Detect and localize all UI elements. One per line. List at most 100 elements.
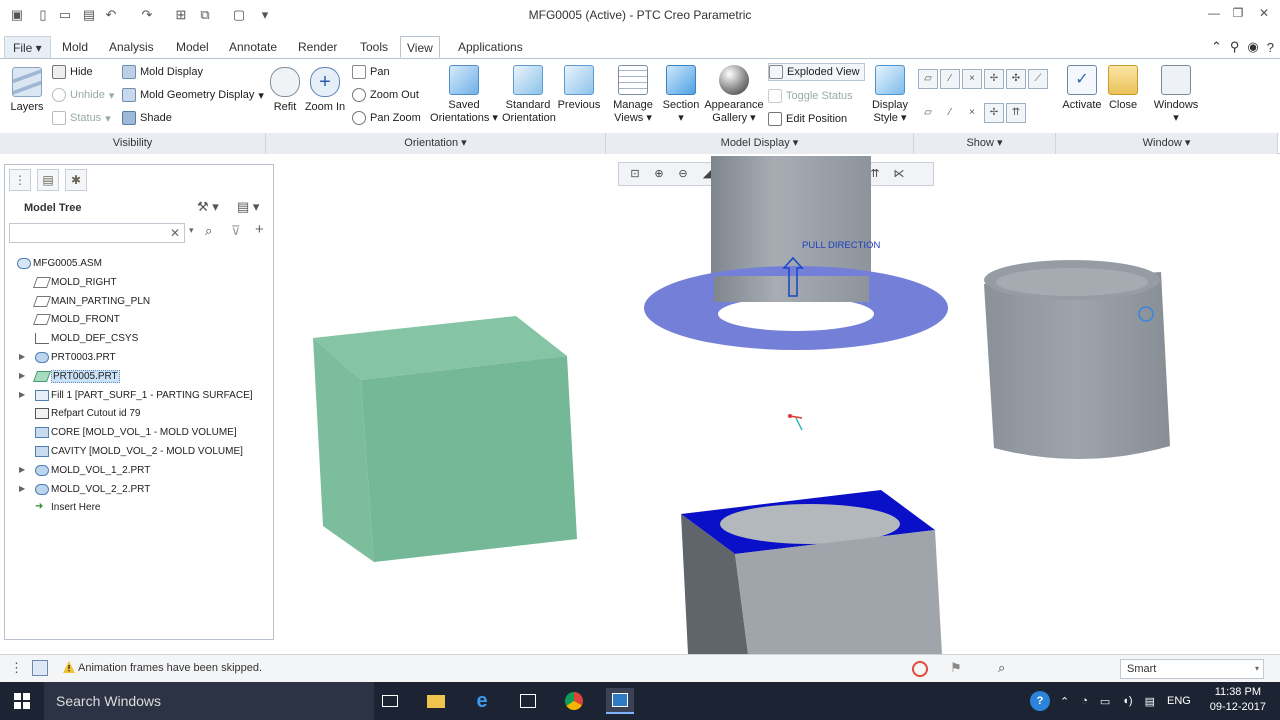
add-column-icon[interactable]: + xyxy=(255,221,264,238)
tree-show-icon[interactable]: ▤ ▾ xyxy=(237,199,259,215)
close-button[interactable]: Close xyxy=(1106,65,1140,112)
store-icon[interactable] xyxy=(514,688,542,714)
tab-file[interactable]: File ▾ xyxy=(4,36,51,58)
tree-row[interactable]: MOLD_FRONT xyxy=(5,311,273,330)
tree-row[interactable]: ➜ Insert Here xyxy=(5,499,273,518)
tree-row[interactable]: ▶ MOLD_VOL_2_2.PRT xyxy=(5,481,273,500)
file-explorer-icon[interactable] xyxy=(422,688,450,714)
edge-browser-icon[interactable]: e xyxy=(468,688,496,714)
zoom-out-button[interactable]: Zoom Out xyxy=(352,86,419,104)
community-icon[interactable]: ◉ xyxy=(1247,39,1258,55)
plane-display-icon[interactable]: ▱ xyxy=(918,69,938,89)
action-center-icon[interactable]: ▤ xyxy=(1145,695,1155,708)
clear-search-icon[interactable]: ✕ xyxy=(170,226,180,240)
toggle-status-button[interactable]: Toggle Status xyxy=(768,87,853,105)
close-icon[interactable]: ✕ xyxy=(1252,6,1276,24)
hide-button[interactable]: Hide xyxy=(52,63,93,81)
task-view-icon[interactable] xyxy=(376,688,404,714)
activate-button[interactable]: ✓ Activate xyxy=(1060,65,1104,112)
search-dropdown-icon[interactable]: ▾ xyxy=(189,225,194,236)
regeneration-status-icon[interactable] xyxy=(912,661,928,677)
group-window[interactable]: Window ▾ xyxy=(1056,133,1278,154)
tree-row[interactable]: ▶ Fill 1 [PART_SURF_1 - PARTING SURFACE] xyxy=(5,387,273,406)
tab-applications[interactable]: Applications xyxy=(452,36,529,58)
tree-row[interactable]: CORE [MOLD_VOL_1 - MOLD VOLUME] xyxy=(5,424,273,443)
tree-row[interactable]: MOLD_RIGHT xyxy=(5,274,273,293)
edit-position-button[interactable]: Edit Position xyxy=(768,110,847,128)
tree-row[interactable]: MOLD_DEF_CSYS xyxy=(5,330,273,349)
saved-orientations-button[interactable]: Saved Orientations ▾ xyxy=(430,65,498,125)
folder-browser-icon[interactable]: ▤ xyxy=(37,169,59,191)
tree-row[interactable]: MAIN_PARTING_PLN xyxy=(5,293,273,312)
group-orientation[interactable]: Orientation ▾ xyxy=(266,133,606,154)
expand-arrow-icon[interactable]: ▶ xyxy=(19,352,25,361)
display-style-button[interactable]: Display Style ▾ xyxy=(868,65,912,125)
show-hidden-icons-icon[interactable]: ⌃ xyxy=(1060,695,1069,708)
tree-row[interactable]: ▶ PRT0003.PRT xyxy=(5,349,273,368)
mold-geometry-display-button[interactable]: Mold Geometry Display ▾ xyxy=(122,86,264,104)
workpiece-block[interactable] xyxy=(313,316,577,562)
windows-button[interactable]: Windows ▾ xyxy=(1150,65,1202,125)
tree-settings-icon[interactable]: ⚒ ▾ xyxy=(197,199,219,215)
model-tree-search-input[interactable]: ✕ xyxy=(9,223,185,243)
tab-render[interactable]: Render xyxy=(292,36,343,58)
tab-annotate[interactable]: Annotate xyxy=(223,36,283,58)
favorites-icon[interactable]: ✱ xyxy=(65,169,87,191)
battery-icon[interactable]: ▭ xyxy=(1100,695,1110,708)
minimize-icon[interactable]: — xyxy=(1202,6,1226,24)
zoom-in-button[interactable]: + Zoom In xyxy=(304,67,346,114)
csys-tag-icon[interactable]: ✢ xyxy=(984,103,1004,123)
flag-icon[interactable]: ⚑ xyxy=(950,660,962,676)
language-indicator[interactable]: ENG xyxy=(1167,695,1191,707)
mold-display-button[interactable]: Mold Display xyxy=(122,63,203,81)
pan-button[interactable]: Pan xyxy=(352,63,390,81)
appearance-gallery-button[interactable]: Appearance Gallery ▾ xyxy=(704,65,764,125)
help-tray-icon[interactable]: ? xyxy=(1030,691,1050,711)
shade-button[interactable]: Shade xyxy=(122,109,172,127)
mold-block[interactable] xyxy=(681,490,942,654)
volume-icon[interactable]: ◖) xyxy=(1122,695,1132,707)
spin-center-icon[interactable]: ✣ xyxy=(1006,69,1026,89)
manage-views-button[interactable]: Manage Views ▾ xyxy=(608,65,658,125)
browser-toggle-icon[interactable] xyxy=(32,660,48,676)
standard-orientation-button[interactable]: Standard Orientation xyxy=(502,65,556,125)
tab-analysis[interactable]: Analysis xyxy=(103,36,160,58)
expand-arrow-icon[interactable]: ▶ xyxy=(19,465,25,474)
point-tag-icon[interactable]: × xyxy=(962,103,982,123)
tree-row[interactable]: ▶ MOLD_VOL_1_2.PRT xyxy=(5,462,273,481)
expand-arrow-icon[interactable]: ▶ xyxy=(19,371,25,380)
section-button[interactable]: Section ▾ xyxy=(660,65,702,125)
pan-zoom-button[interactable]: Pan Zoom xyxy=(352,109,421,127)
layers-button[interactable]: Layers xyxy=(8,67,46,114)
point-display-icon[interactable]: × xyxy=(962,69,982,89)
model-tree-tab-icon[interactable]: ⋮ xyxy=(9,169,31,191)
group-show[interactable]: Show ▾ xyxy=(914,133,1056,154)
tab-mold[interactable]: Mold xyxy=(56,36,94,58)
filter-icon[interactable]: ⊽ xyxy=(231,223,241,239)
start-button[interactable] xyxy=(0,682,44,720)
plane-tag-icon[interactable]: ▱ xyxy=(918,103,938,123)
expand-arrow-icon[interactable]: ▶ xyxy=(19,390,25,399)
previous-button[interactable]: Previous xyxy=(556,65,602,112)
taskbar-search[interactable]: Search Windows xyxy=(44,682,374,720)
collapse-ribbon-icon[interactable]: ⌃ xyxy=(1211,39,1222,55)
restore-icon[interactable]: ❐ xyxy=(1226,6,1250,24)
group-model-display[interactable]: Model Display ▾ xyxy=(606,133,914,154)
axis-display-icon[interactable]: ⁄ xyxy=(940,69,960,89)
tab-model[interactable]: Model xyxy=(170,36,215,58)
search-icon[interactable]: ⚲ xyxy=(1230,39,1240,55)
find-icon[interactable]: ⌕ xyxy=(998,660,1005,676)
tree-row[interactable]: ▶ PRT0005.PRT xyxy=(5,368,273,387)
chrome-icon[interactable] xyxy=(560,688,588,714)
graphics-area[interactable]: ⊡ ⊕ ⊖ ◢ ◧ ▣ ▩ ⋰ ▤ ◫ ⇈ ⋉ xyxy=(278,156,1280,654)
toggle-navigator-icon[interactable]: ⋮ xyxy=(10,660,23,676)
status-button[interactable]: Status ▾ xyxy=(52,109,111,127)
expand-arrow-icon[interactable]: ▶ xyxy=(19,484,25,493)
find-binoculars-icon[interactable]: ⌕ xyxy=(205,223,212,239)
tree-row[interactable]: MFG0005.ASM xyxy=(5,255,273,274)
exploded-view-button[interactable]: Exploded View xyxy=(768,63,865,81)
tab-tools[interactable]: Tools xyxy=(354,36,394,58)
creo-taskbar-icon[interactable] xyxy=(606,688,634,714)
pull-direction-display-icon[interactable]: ⇈ xyxy=(1006,103,1026,123)
taskbar-clock[interactable]: 11:38 PM 09-12-2017 xyxy=(1210,685,1266,715)
